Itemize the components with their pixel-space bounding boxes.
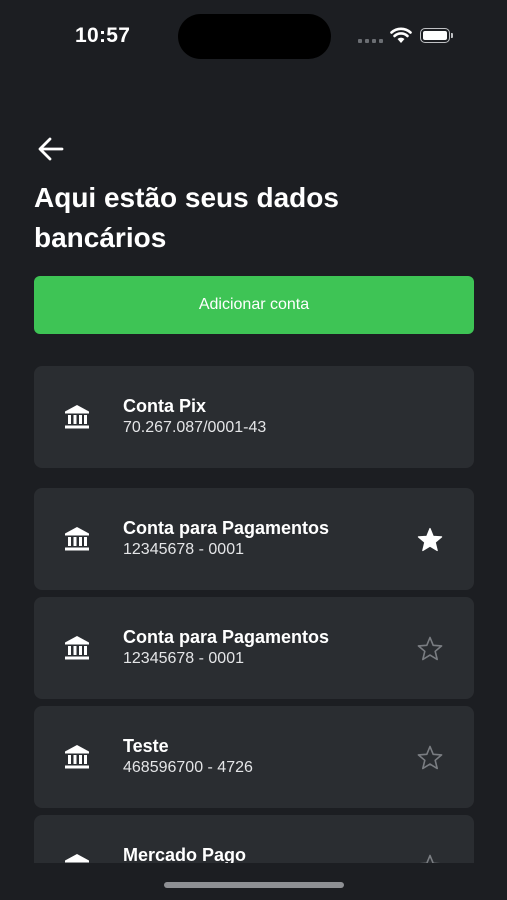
bank-icon — [65, 854, 89, 863]
home-indicator[interactable] — [164, 882, 344, 888]
star-outline-icon[interactable] — [417, 636, 443, 662]
account-detail: 468596700 - 4726 — [123, 759, 253, 776]
account-card-payments-favorite[interactable]: Conta para Pagamentos 12345678 - 0001 — [34, 488, 474, 590]
bank-icon — [65, 527, 89, 551]
add-account-button[interactable]: Adicionar conta — [34, 276, 474, 334]
back-arrow-icon[interactable] — [36, 134, 66, 164]
account-card-payments[interactable]: Conta para Pagamentos 12345678 - 0001 — [34, 597, 474, 699]
dynamic-island — [178, 14, 331, 59]
account-card-pix[interactable]: Conta Pix 70.267.087/0001-43 — [34, 366, 474, 468]
account-name: Conta para Pagamentos — [123, 518, 330, 538]
account-name: Teste — [123, 736, 169, 756]
account-detail: 12345678 - 0001 — [123, 650, 244, 667]
battery-icon — [420, 28, 450, 43]
account-name: Mercado Pago — [123, 845, 247, 863]
page-title: Aqui estão seus dados bancários — [34, 182, 339, 253]
star-outline-icon[interactable] — [417, 745, 443, 771]
bank-account-list[interactable]: Conta Pix 70.267.087/0001-43 Conta para … — [34, 366, 474, 863]
bank-icon — [65, 745, 89, 769]
bank-icon — [65, 405, 89, 429]
battery-cap — [451, 33, 453, 38]
account-card-mercado-pago[interactable]: Mercado Pago — [34, 815, 474, 863]
status-time: 10:57 — [75, 24, 131, 47]
wifi-icon — [390, 27, 412, 43]
account-card-teste[interactable]: Teste 468596700 - 4726 — [34, 706, 474, 808]
cellular-signal-icon — [358, 39, 383, 43]
star-outline-icon[interactable] — [417, 854, 443, 863]
status-bar: 10:57 — [0, 0, 507, 70]
account-name: Conta Pix — [123, 396, 207, 416]
account-detail: 70.267.087/0001-43 — [123, 419, 267, 436]
account-detail: 12345678 - 0001 — [123, 541, 244, 558]
account-name: Conta para Pagamentos — [123, 627, 330, 647]
bank-icon — [65, 636, 89, 660]
star-filled-icon[interactable] — [417, 527, 443, 553]
